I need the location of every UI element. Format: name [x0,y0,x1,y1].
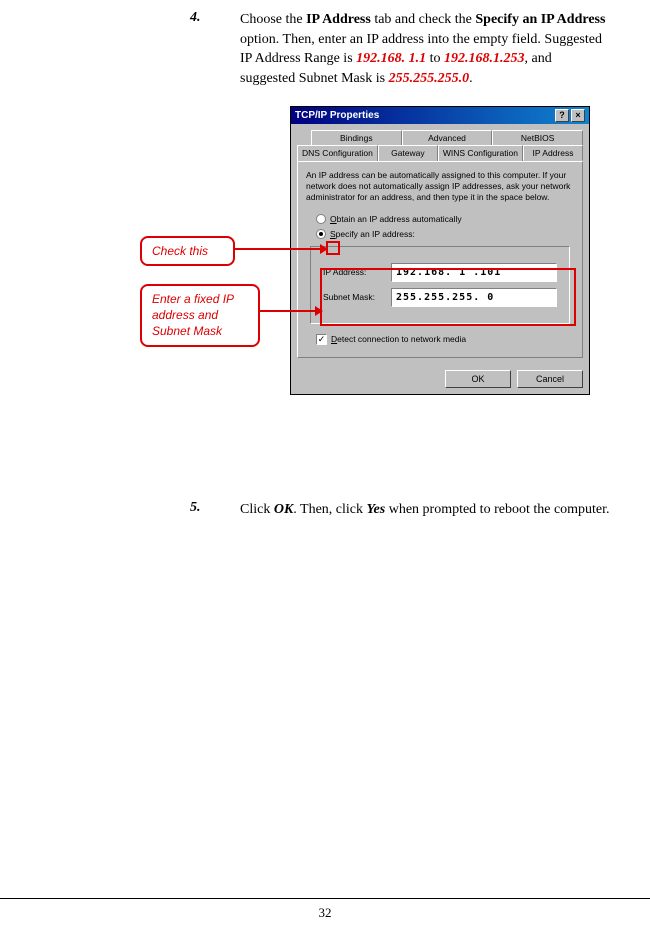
figure-tcpip-properties: TCP/IP Properties ? × Bindings Advanced … [30,106,620,476]
radio-specify-ip[interactable]: Specify an IP address: [316,229,574,240]
arrow-icon [235,248,327,250]
callout-check-this: Check this [140,236,235,266]
tab-row-front: DNS Configuration Gateway WINS Configura… [297,145,583,161]
tab-netbios[interactable]: NetBIOS [492,130,583,145]
tab-panel-ip: An IP address can be automatically assig… [297,161,583,357]
page-number: 32 [319,905,332,920]
step-5: 5. Click OK. Then, click Yes when prompt… [30,500,620,520]
step-5-number: 5. [30,500,190,516]
dialog-title: TCP/IP Properties [295,110,379,121]
radio-obtain-auto[interactable]: Obtain an IP address automatically [316,214,574,225]
tab-bindings[interactable]: Bindings [311,130,402,145]
tab-wins[interactable]: WINS Configuration [438,145,523,161]
step-4: 4. Choose the IP Address tab and check t… [30,10,620,88]
radio-icon [316,214,326,224]
step-4-text: Choose the IP Address tab and check the … [240,10,620,88]
checkbox-icon: ✓ [316,334,327,345]
dialog-titlebar: TCP/IP Properties ? × [291,107,589,124]
highlight-radio [326,241,340,255]
help-button[interactable]: ? [555,109,569,122]
arrow-icon [260,310,322,312]
highlight-inputs [320,268,576,326]
radio-specify-label: Specify an IP address: [330,229,415,240]
tab-advanced[interactable]: Advanced [402,130,493,145]
radio-icon [316,229,326,239]
ok-button[interactable]: OK [445,370,511,388]
tab-dns[interactable]: DNS Configuration [297,145,378,161]
checkbox-detect-label: Detect connection to network media [331,334,466,345]
step-4-number: 4. [30,10,190,26]
callout-enter-ip: Enter a fixed IP address and Subnet Mask [140,284,260,347]
radio-obtain-label: Obtain an IP address automatically [330,214,462,225]
tab-ip-address[interactable]: IP Address [523,145,583,161]
panel-description: An IP address can be automatically assig… [306,170,574,203]
cancel-button[interactable]: Cancel [517,370,583,388]
close-button[interactable]: × [571,109,585,122]
step-5-text: Click OK. Then, click Yes when prompted … [240,500,620,520]
page-footer: 32 [0,898,650,921]
checkbox-detect-connection[interactable]: ✓ Detect connection to network media [316,334,574,345]
tab-row-back: Bindings Advanced NetBIOS [311,130,583,145]
tab-gateway[interactable]: Gateway [378,145,438,161]
